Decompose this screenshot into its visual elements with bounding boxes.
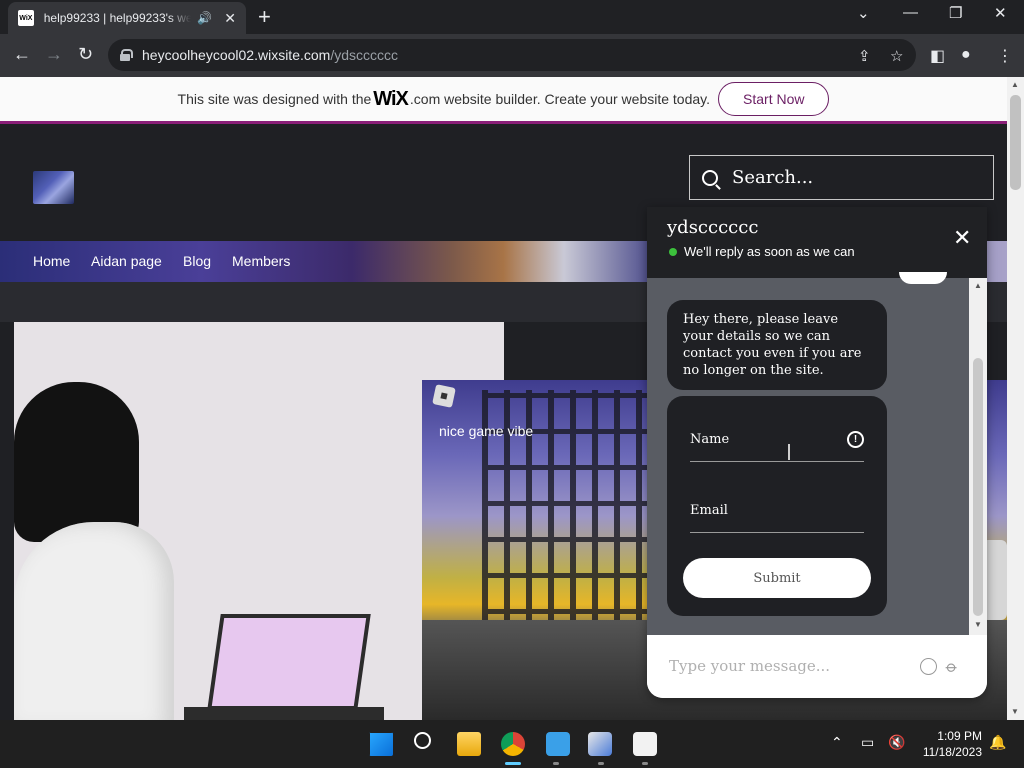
page-scrollbar[interactable]: ▲ ▼ xyxy=(1007,77,1024,720)
wix-logo: WiX xyxy=(373,87,409,110)
page-scroll-thumb[interactable] xyxy=(1010,95,1021,190)
notepad-icon[interactable] xyxy=(546,732,570,756)
chat-message-bubble: Hey there, please leave your details so … xyxy=(667,300,887,390)
search-icon xyxy=(702,169,718,186)
info-icon[interactable]: ! xyxy=(847,431,864,448)
online-dot-icon xyxy=(669,247,677,256)
name-field-label: Name xyxy=(690,432,730,447)
url-host: heycoolheycool02.wixsite.com xyxy=(142,47,331,63)
page-scroll-down-icon[interactable]: ▼ xyxy=(1011,707,1019,716)
chrome-icon[interactable] xyxy=(501,732,525,756)
notepad-indicator xyxy=(553,762,559,765)
chat-status: We'll reply as soon as we can xyxy=(669,244,855,259)
restore-icon[interactable]: ❐ xyxy=(949,4,962,22)
share-icon[interactable]: ⇪ xyxy=(858,47,871,65)
chat-scrollbar[interactable]: ▲ ▼ xyxy=(969,278,987,635)
scroll-down-arrow-icon[interactable]: ▼ xyxy=(974,620,982,629)
back-arrow-icon[interactable]: ← xyxy=(13,44,31,65)
tab-close-icon[interactable]: ✕ xyxy=(224,10,236,27)
chat-messages: Hey there, please leave your details so … xyxy=(647,272,987,635)
chat-header: ydscccccc We'll reply as soon as we can … xyxy=(647,207,987,278)
paint-indicator xyxy=(642,762,648,765)
address-bar[interactable]: heycoolheycool02.wixsite.com/ydscccccc ⇪… xyxy=(108,39,916,71)
message-input[interactable]: Type your message... xyxy=(669,657,830,675)
email-field[interactable]: Email xyxy=(690,491,864,533)
tray-overflow-chevron-icon[interactable]: ⌃ xyxy=(831,734,843,751)
wix-banner-text-after: .com website builder. Create your websit… xyxy=(409,91,711,107)
name-field[interactable]: Name ! xyxy=(690,420,864,462)
browser-toolbar: ← → ↻ heycoolheycool02.wixsite.com/ydscc… xyxy=(0,34,1024,77)
email-field-label: Email xyxy=(690,503,728,518)
site-logo[interactable] xyxy=(33,171,74,204)
clock-time: 1:09 PM xyxy=(937,729,982,743)
new-tab-icon[interactable]: + xyxy=(258,6,271,28)
emoji-icon[interactable] xyxy=(920,658,937,675)
chat-input-bar[interactable]: Type your message... ⌀ xyxy=(647,635,987,698)
tab-search-chevron-icon[interactable]: ⌄ xyxy=(857,4,870,22)
laptop-screen xyxy=(207,614,371,710)
person-hair xyxy=(14,382,139,542)
chat-title: ydscccccc xyxy=(667,217,759,238)
scroll-up-arrow-icon[interactable]: ▲ xyxy=(974,281,982,290)
site-search-input[interactable]: Search... xyxy=(689,155,994,200)
bookmark-star-icon[interactable]: ☆ xyxy=(890,47,903,65)
chat-close-icon[interactable]: ✕ xyxy=(953,227,971,249)
search-placeholder: Search... xyxy=(732,167,814,188)
windows-start-icon[interactable] xyxy=(369,732,393,756)
nav-item-home[interactable]: Home xyxy=(33,253,70,269)
notification-bell-icon[interactable]: 🔔 xyxy=(989,734,1006,751)
network-icon[interactable]: ▭ xyxy=(861,734,874,751)
windows-taskbar: ⌃ ▭ 🔇 1:09 PM 11/18/2023 🔔 xyxy=(0,720,1024,768)
snipping-tool-icon[interactable] xyxy=(588,732,612,756)
nav-item-blog[interactable]: Blog xyxy=(183,253,211,269)
chat-scroll-thumb[interactable] xyxy=(973,358,983,616)
roblox-icon xyxy=(432,384,456,408)
speaker-icon[interactable]: 🔊 xyxy=(197,11,212,25)
volume-muted-icon[interactable]: 🔇 xyxy=(888,734,905,751)
page-scroll-up-icon[interactable]: ▲ xyxy=(1011,80,1019,89)
forward-arrow-icon[interactable]: → xyxy=(45,44,63,65)
profile-icon[interactable]: ● xyxy=(961,46,971,64)
chrome-active-indicator xyxy=(505,762,521,765)
snipping-tool-indicator xyxy=(598,762,604,765)
card-caption: nice game vibe xyxy=(439,423,534,439)
nav-item-members[interactable]: Members xyxy=(232,253,290,269)
menu-kebab-icon[interactable]: ⋮ xyxy=(997,46,1013,66)
clock-date: 11/18/2023 xyxy=(922,745,982,759)
tab-title: help99233 | help99233's website xyxy=(43,11,192,25)
search-taskbar-icon[interactable] xyxy=(414,732,438,756)
wix-favicon-icon: WiX xyxy=(18,10,34,26)
minimize-icon[interactable]: — xyxy=(903,4,918,21)
tab-strip: WiX help99233 | help99233's website 🔊 ✕ … xyxy=(0,0,1024,34)
person-hoodie xyxy=(14,522,174,720)
browser-tab-active[interactable]: WiX help99233 | help99233's website 🔊 ✕ xyxy=(8,2,246,34)
url-path: /ydscccccc xyxy=(330,47,399,63)
previous-message-edge xyxy=(899,272,947,284)
chat-widget: ydscccccc We'll reply as soon as we can … xyxy=(647,207,987,698)
attach-clip-icon[interactable]: ⌀ xyxy=(941,657,962,678)
wix-banner: This site was designed with the WiX .com… xyxy=(0,77,1007,124)
chat-status-text: We'll reply as soon as we can xyxy=(684,244,855,259)
paint-icon[interactable] xyxy=(633,732,657,756)
nav-item-aidan-page[interactable]: Aidan page xyxy=(91,253,162,269)
window-close-icon[interactable]: ✕ xyxy=(994,4,1007,22)
contact-form: Name ! Email Submit xyxy=(667,396,887,616)
submit-button[interactable]: Submit xyxy=(683,558,871,598)
lock-icon[interactable] xyxy=(120,49,133,61)
side-panel-icon[interactable]: ◧ xyxy=(930,46,945,66)
start-now-button[interactable]: Start Now xyxy=(718,82,830,116)
wix-banner-text-before: This site was designed with the xyxy=(177,91,372,107)
reload-icon[interactable]: ↻ xyxy=(78,44,93,65)
laptop-base xyxy=(184,707,384,720)
file-explorer-icon[interactable] xyxy=(457,732,481,756)
taskbar-clock[interactable]: 1:09 PM 11/18/2023 xyxy=(918,728,982,760)
text-cursor xyxy=(788,444,790,460)
